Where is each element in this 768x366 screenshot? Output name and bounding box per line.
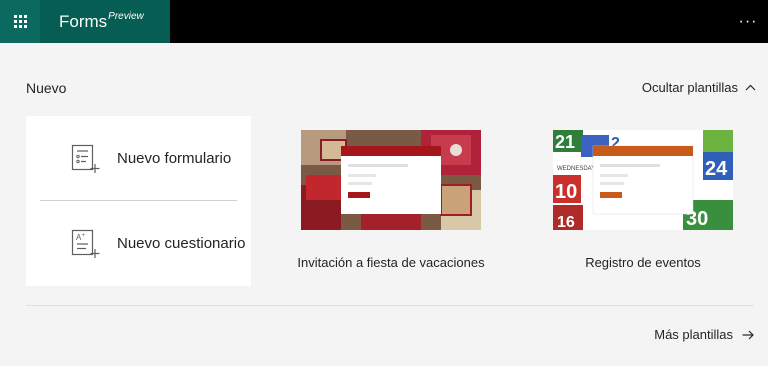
app-launcher-button[interactable] [0,0,40,43]
template-thumbnail: 21 24 10 30 16 2 WEDNESDAY [553,130,733,230]
more-options-button[interactable]: ··· [728,0,768,43]
template-card-event-registration[interactable]: 21 24 10 30 16 2 WEDNESDAY Registro de e… [553,130,733,270]
app-brand[interactable]: Forms Preview [40,0,170,43]
svg-text:+: + [82,233,86,239]
template-thumbnail [301,130,481,230]
more-templates-link[interactable]: Más plantillas [654,327,754,342]
chevron-up-icon [745,84,756,91]
hide-templates-label: Ocultar plantillas [641,80,738,95]
waffle-icon [13,15,27,28]
quiz-icon: A + [71,229,100,258]
svg-text:16: 16 [557,214,575,230]
svg-text:21: 21 [555,132,575,152]
svg-text:24: 24 [705,158,728,180]
section-divider [26,305,754,306]
svg-text:10: 10 [555,181,577,203]
new-quiz-button[interactable]: A + Nuevo cuestionario [26,201,251,286]
app-tag: Preview [108,11,144,22]
hide-templates-button[interactable]: Ocultar plantillas [642,80,756,95]
arrow-right-icon [742,330,754,339]
form-icon [71,144,100,173]
template-title: Registro de eventos [585,255,701,270]
more-templates-label: Más plantillas [654,327,733,342]
top-bar: Forms Preview ··· [0,0,768,43]
new-options-card: Nuevo formulario A + Nuevo cuestionario [26,116,251,286]
template-title: Invitación a fiesta de vacaciones [297,255,485,270]
template-card-holiday-party[interactable]: Invitación a fiesta de vacaciones [297,130,485,270]
section-title: Nuevo [26,80,67,96]
svg-text:WEDNESDAY: WEDNESDAY [557,166,595,172]
gift-photo-image [301,130,481,230]
new-quiz-label: Nuevo cuestionario [117,235,246,252]
calendar-photo-image: 21 24 10 30 16 2 WEDNESDAY [553,130,733,230]
app-name: Forms [59,11,108,31]
new-form-button[interactable]: Nuevo formulario [26,116,251,201]
new-form-label: Nuevo formulario [117,150,232,167]
